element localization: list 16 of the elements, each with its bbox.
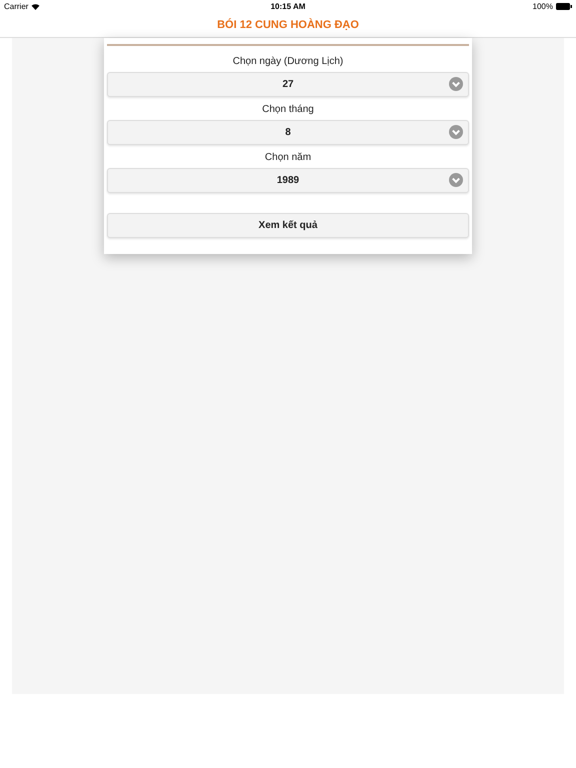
battery-icon (556, 3, 572, 10)
wifi-icon (31, 3, 40, 10)
submit-button[interactable]: Xem kết quả (107, 213, 469, 238)
field-label: Chọn tháng (262, 103, 314, 117)
app-title: BÓI 12 CUNG HOÀNG ĐẠO (217, 19, 359, 31)
select-field[interactable]: 8 (107, 120, 469, 145)
field-label: Chọn ngày (Dương Lịch) (232, 55, 344, 69)
chevron-down-icon (449, 173, 463, 187)
select-field[interactable]: 1989 (107, 168, 469, 193)
chevron-down-icon (449, 125, 463, 139)
field-label: Chọn năm (264, 151, 312, 165)
battery-percent: 100% (532, 2, 553, 11)
chevron-down-icon (449, 77, 463, 91)
select-field[interactable]: 27 (107, 72, 469, 97)
carrier-label: Carrier (4, 2, 28, 11)
status-time: 10:15 AM (270, 2, 306, 11)
